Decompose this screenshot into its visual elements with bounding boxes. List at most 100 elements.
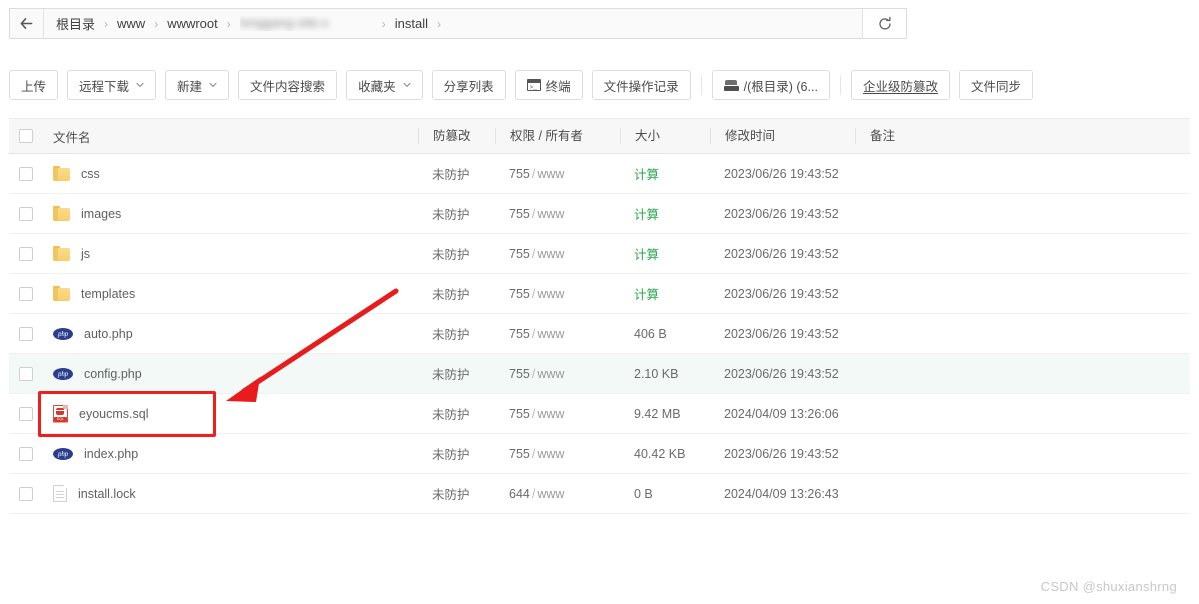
toolbar-label: 文件内容搜索	[250, 79, 326, 94]
owner-value[interactable]: www	[537, 407, 564, 421]
antitamper-status[interactable]: 未防护	[432, 368, 470, 382]
owner-value[interactable]: www	[537, 487, 564, 501]
permission-value[interactable]: 755	[509, 367, 530, 381]
antitamper-status[interactable]: 未防护	[432, 168, 470, 182]
antitamper-status[interactable]: 未防护	[432, 448, 470, 462]
upload-button[interactable]: 上传	[9, 70, 59, 100]
row-checkbox[interactable]	[19, 326, 33, 341]
header-permission-owner[interactable]: 权限 / 所有者	[495, 128, 620, 144]
permission-value[interactable]: 755	[509, 167, 530, 181]
permission-value[interactable]: 755	[509, 287, 530, 301]
favorites-button[interactable]: 收藏夹	[346, 70, 423, 100]
permission-separator: /	[531, 366, 536, 381]
table-row[interactable]: css 未防护 755/www 计算 2023/06/26 19:43:52	[9, 154, 1190, 194]
header-note[interactable]: 备注	[855, 128, 1190, 144]
select-all-checkbox[interactable]	[19, 129, 33, 143]
calculate-size-link[interactable]: 计算	[634, 208, 659, 222]
owner-value[interactable]: www	[537, 287, 564, 301]
terminal-button[interactable]: >_ 终端	[514, 70, 583, 100]
row-checkbox[interactable]	[19, 446, 33, 461]
header-filename[interactable]: 文件名	[43, 127, 418, 146]
remote-download-button[interactable]: 远程下载	[67, 70, 157, 100]
permission-separator: /	[531, 406, 536, 421]
new-button[interactable]: 新建	[165, 70, 230, 100]
row-checkbox[interactable]	[19, 486, 33, 501]
disk-usage-button[interactable]: /(根目录) (6...	[711, 70, 830, 100]
owner-value[interactable]: www	[537, 327, 564, 341]
cell-filename: css	[43, 166, 418, 181]
row-checkbox[interactable]	[19, 246, 33, 261]
owner-value[interactable]: www	[537, 367, 564, 381]
permission-separator: /	[531, 446, 536, 461]
file-operation-log-button[interactable]: 文件操作记录	[591, 70, 691, 100]
cell-permission-owner: 755/www	[495, 447, 620, 461]
permission-value[interactable]: 755	[509, 207, 530, 221]
breadcrumb-item-1[interactable]: www	[117, 16, 145, 31]
breadcrumb-item-4[interactable]: install	[395, 16, 428, 31]
owner-value[interactable]: www	[537, 247, 564, 261]
table-row[interactable]: js 未防护 755/www 计算 2023/06/26 19:43:52	[9, 234, 1190, 274]
table-row[interactable]: php auto.php 未防护 755/www 406 B 2023/06/26 19:…	[9, 314, 1190, 354]
file-name-link[interactable]: eyoucms.sql	[79, 407, 148, 421]
table-row[interactable]: install.lock 未防护 644/www 0 B 2024/04/09 13:2…	[9, 474, 1190, 514]
back-button[interactable]	[10, 9, 44, 38]
owner-value[interactable]: www	[537, 207, 564, 221]
refresh-icon	[877, 16, 893, 32]
file-name-link[interactable]: templates	[81, 287, 135, 301]
calculate-size-link[interactable]: 计算	[634, 248, 659, 262]
header-antitamper[interactable]: 防篡改	[418, 128, 495, 144]
enterprise-antitamper-button[interactable]: 企业级防篡改	[850, 70, 950, 100]
row-checkbox[interactable]	[19, 206, 33, 221]
row-checkbox[interactable]	[19, 406, 33, 421]
table-row[interactable]: php config.php 未防护 755/www 2.10 KB 2023/06/26…	[9, 354, 1190, 394]
antitamper-status[interactable]: 未防护	[432, 208, 470, 222]
permission-separator: /	[531, 206, 536, 221]
file-name-link[interactable]: images	[81, 207, 121, 221]
row-select-cell	[9, 366, 43, 381]
file-sync-button[interactable]: 文件同步	[958, 70, 1033, 100]
breadcrumb-item-redacted[interactable]: longgang-site-x	[240, 16, 373, 31]
breadcrumb-item-2[interactable]: wwwroot	[167, 16, 218, 31]
file-content-search-button[interactable]: 文件内容搜索	[238, 70, 338, 100]
table-row[interactable]: SQL eyoucms.sql 未防护 755/www 9.42 MB 2024/04/0…	[9, 394, 1190, 434]
table-row[interactable]: templates 未防护 755/www 计算 2023/06/26 19:43:52	[9, 274, 1190, 314]
permission-value[interactable]: 755	[509, 247, 530, 261]
file-name-link[interactable]: index.php	[84, 447, 138, 461]
table-row[interactable]: php index.php 未防护 755/www 40.42 KB 2023/06/26…	[9, 434, 1190, 474]
cell-antitamper: 未防护	[418, 364, 495, 383]
permission-separator: /	[531, 166, 536, 181]
antitamper-status[interactable]: 未防护	[432, 488, 470, 502]
permission-value[interactable]: 644	[509, 487, 530, 501]
php-file-icon: php	[53, 367, 73, 380]
file-name-link[interactable]: install.lock	[78, 487, 136, 501]
table-row[interactable]: images 未防护 755/www 计算 2023/06/26 19:43:52	[9, 194, 1190, 234]
file-name-link[interactable]: auto.php	[84, 327, 133, 341]
permission-value[interactable]: 755	[509, 327, 530, 341]
antitamper-status[interactable]: 未防护	[432, 328, 470, 342]
file-table: 文件名 防篡改 权限 / 所有者 大小 修改时间 备注 css 未防护 755/ww…	[9, 118, 1190, 514]
refresh-button[interactable]	[862, 9, 906, 38]
permission-value[interactable]: 755	[509, 447, 530, 461]
header-modified-time[interactable]: 修改时间	[710, 128, 855, 144]
file-name-link[interactable]: config.php	[84, 367, 142, 381]
select-all-cell	[9, 129, 43, 143]
antitamper-status[interactable]: 未防护	[432, 248, 470, 262]
file-name-link[interactable]: css	[81, 167, 100, 181]
share-list-button[interactable]: 分享列表	[431, 70, 506, 100]
row-checkbox[interactable]	[19, 366, 33, 381]
calculate-size-link[interactable]: 计算	[634, 168, 659, 182]
row-checkbox[interactable]	[19, 286, 33, 301]
permission-separator: /	[531, 286, 536, 301]
permission-value[interactable]: 755	[509, 407, 530, 421]
owner-value[interactable]: www	[537, 447, 564, 461]
row-select-cell	[9, 406, 43, 421]
antitamper-status[interactable]: 未防护	[432, 288, 470, 302]
header-size[interactable]: 大小	[620, 128, 710, 144]
antitamper-status[interactable]: 未防护	[432, 408, 470, 422]
cell-modified-time: 2023/06/26 19:43:52	[724, 286, 839, 301]
breadcrumb-item-0[interactable]: 根目录	[56, 14, 95, 33]
owner-value[interactable]: www	[537, 167, 564, 181]
calculate-size-link[interactable]: 计算	[634, 288, 659, 302]
file-name-link[interactable]: js	[81, 247, 90, 261]
row-checkbox[interactable]	[19, 166, 33, 181]
